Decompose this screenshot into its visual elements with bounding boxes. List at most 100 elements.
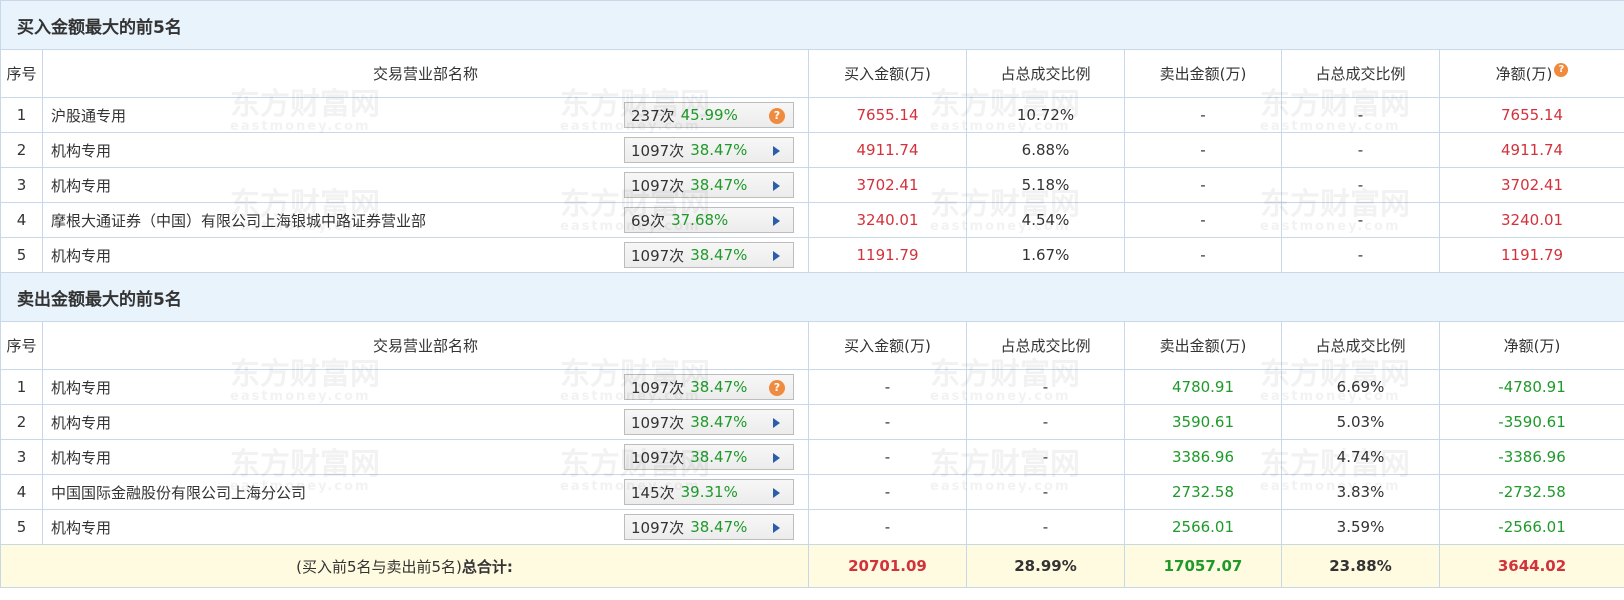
col-header-net: 净额(万)	[1438, 321, 1624, 370]
sell-ratio: -	[1281, 202, 1440, 238]
row-index: 1	[0, 97, 43, 133]
appearance-count: 1097次	[631, 413, 685, 432]
buy-ratio: -	[966, 404, 1125, 440]
table-row: 5 机构专用 1097次 38.47% 1191.79 1.67% - -1191.79	[0, 237, 1624, 273]
broker-stat-badge[interactable]: 237次 45.99%?	[624, 102, 794, 128]
broker-cell: 机构专用 1097次 38.47%	[42, 439, 809, 475]
buy-amount: -	[808, 509, 967, 545]
broker-name[interactable]: 机构专用	[51, 447, 111, 468]
expand-arrow-icon[interactable]	[769, 450, 785, 466]
sell-amount: 2566.01	[1124, 509, 1282, 545]
expand-arrow-icon[interactable]	[769, 485, 785, 501]
win-rate: 37.68%	[671, 211, 729, 229]
total-label: (买入前5名与卖出前5名)总合计:	[0, 544, 809, 588]
broker-cell: 中国国际金融股份有限公司上海分公司 145次 39.31%	[42, 474, 809, 510]
expand-arrow-icon[interactable]	[769, 143, 785, 159]
win-rate: 38.47%	[690, 246, 748, 264]
appearance-count: 1097次	[631, 176, 685, 195]
buy-ratio: 10.72%	[966, 97, 1125, 133]
total-buy-ratio: 28.99%	[966, 544, 1125, 588]
help-question-icon[interactable]: ?	[1554, 63, 1569, 77]
broker-stat-badge[interactable]: 1097次 38.47%?	[624, 374, 794, 400]
expand-arrow-icon[interactable]	[769, 178, 785, 194]
table-row: 5 机构专用 1097次 38.47% - -2566.01 3.59% -2566.01	[0, 509, 1624, 545]
sell-ratio: -	[1281, 132, 1440, 168]
sell-amount: 3386.96	[1124, 439, 1282, 475]
col-header-buy-ratio: 占总成交比例	[966, 49, 1125, 98]
broker-name[interactable]: 机构专用	[51, 245, 111, 266]
expand-arrow-icon[interactable]	[769, 415, 785, 431]
expand-arrow-icon[interactable]	[769, 520, 785, 536]
broker-stat-badge[interactable]: 69次 37.68%	[624, 207, 794, 233]
col-header-buy-amount: 买入金额(万)	[808, 321, 967, 370]
expand-arrow-icon[interactable]	[769, 213, 785, 229]
sell-ratio: -	[1281, 167, 1440, 203]
help-question-icon[interactable]: ?	[769, 380, 785, 396]
appearance-count: 1097次	[631, 378, 685, 397]
net-amount: 1191.79	[1438, 237, 1624, 273]
win-rate: 45.99%	[680, 106, 738, 124]
broker-stat-badge[interactable]: 1097次 38.47%	[624, 514, 794, 540]
buy-ratio: 1.67%	[966, 237, 1125, 273]
table-row: 2 机构专用 1097次 38.47% - -3590.61 5.03% -3590.61	[0, 404, 1624, 440]
appearance-count: 69次	[631, 211, 666, 230]
col-header-buy-amount: 买入金额(万)	[808, 49, 967, 98]
broker-name[interactable]: 机构专用	[51, 517, 111, 538]
broker-name[interactable]: 机构专用	[51, 412, 111, 433]
broker-cell: 机构专用 1097次 38.47%	[42, 237, 809, 273]
sell-amount: -	[1124, 97, 1282, 133]
col-header-buy-ratio: 占总成交比例	[966, 321, 1125, 370]
win-rate: 39.31%	[680, 483, 738, 501]
table-row: 4 中国国际金融股份有限公司上海分公司 145次 39.31% - -2732.58 3.8…	[0, 474, 1624, 510]
sell-ratio: 3.59%	[1281, 509, 1440, 545]
broker-cell: 机构专用 1097次 38.47%	[42, 509, 809, 545]
row-index: 2	[0, 132, 43, 168]
total-label-bold: 总合计:	[461, 557, 513, 576]
row-index: 3	[0, 439, 43, 475]
col-header-net-label: 净额(万)	[1495, 65, 1553, 83]
total-sell: 17057.07	[1124, 544, 1282, 588]
buy-amount: 3240.01	[808, 202, 967, 238]
broker-name[interactable]: 机构专用	[51, 175, 111, 196]
appearance-count: 237次	[631, 106, 675, 125]
sell-ratio: 3.83%	[1281, 474, 1440, 510]
appearance-count: 1097次	[631, 141, 685, 160]
table-row: 3 机构专用 1097次 38.47% - -3386.96 4.74% -3386.96	[0, 439, 1624, 475]
buy-ratio: -	[966, 509, 1125, 545]
dragon-tiger-table-page: 买入金额最大的前5名 序号 交易营业部名称 买入金额(万) 占总成交比例 卖出金…	[0, 0, 1624, 600]
broker-name[interactable]: 摩根大通证券（中国）有限公司上海银城中路证券营业部	[51, 210, 426, 231]
row-index: 1	[0, 369, 43, 405]
buy-amount: -	[808, 474, 967, 510]
broker-stat-badge[interactable]: 1097次 38.47%	[624, 137, 794, 163]
table-row: 1 沪股通专用 237次 45.99%? 7655.14 10.72% - -7655.14	[0, 97, 1624, 133]
total-label-prefix: (买入前5名与卖出前5名)	[296, 557, 462, 576]
help-question-icon[interactable]: ?	[769, 108, 785, 124]
broker-name[interactable]: 沪股通专用	[51, 105, 126, 126]
col-header-sell-amount: 卖出金额(万)	[1124, 321, 1282, 370]
broker-stat-badge[interactable]: 1097次 38.47%	[624, 444, 794, 470]
broker-stat-badge[interactable]: 1097次 38.47%	[624, 172, 794, 198]
sell-amount: -	[1124, 202, 1282, 238]
appearance-count: 1097次	[631, 448, 685, 467]
row-index: 4	[0, 474, 43, 510]
broker-stat-badge[interactable]: 1097次 38.47%	[624, 242, 794, 268]
table-row: 1 机构专用 1097次 38.47%? - -4780.91 6.69% -4780.91	[0, 369, 1624, 405]
expand-arrow-icon[interactable]	[769, 248, 785, 264]
sell-amount: 2732.58	[1124, 474, 1282, 510]
row-index: 5	[0, 509, 43, 545]
buy-ratio: 6.88%	[966, 132, 1125, 168]
row-index: 5	[0, 237, 43, 273]
broker-name[interactable]: 机构专用	[51, 377, 111, 398]
appearance-count: 145次	[631, 483, 675, 502]
broker-name[interactable]: 机构专用	[51, 140, 111, 161]
broker-stat-badge[interactable]: 1097次 38.47%	[624, 409, 794, 435]
broker-cell: 机构专用 1097次 38.47%	[42, 167, 809, 203]
sell-ratio: 5.03%	[1281, 404, 1440, 440]
buy-amount: -	[808, 369, 967, 405]
broker-name[interactable]: 中国国际金融股份有限公司上海分公司	[51, 482, 306, 503]
sell-amount: -	[1124, 237, 1282, 273]
col-header-net: 净额(万)?	[1438, 49, 1624, 98]
broker-stat-badge[interactable]: 145次 39.31%	[624, 479, 794, 505]
total-sell-ratio: 23.88%	[1281, 544, 1440, 588]
broker-cell: 机构专用 1097次 38.47%	[42, 132, 809, 168]
